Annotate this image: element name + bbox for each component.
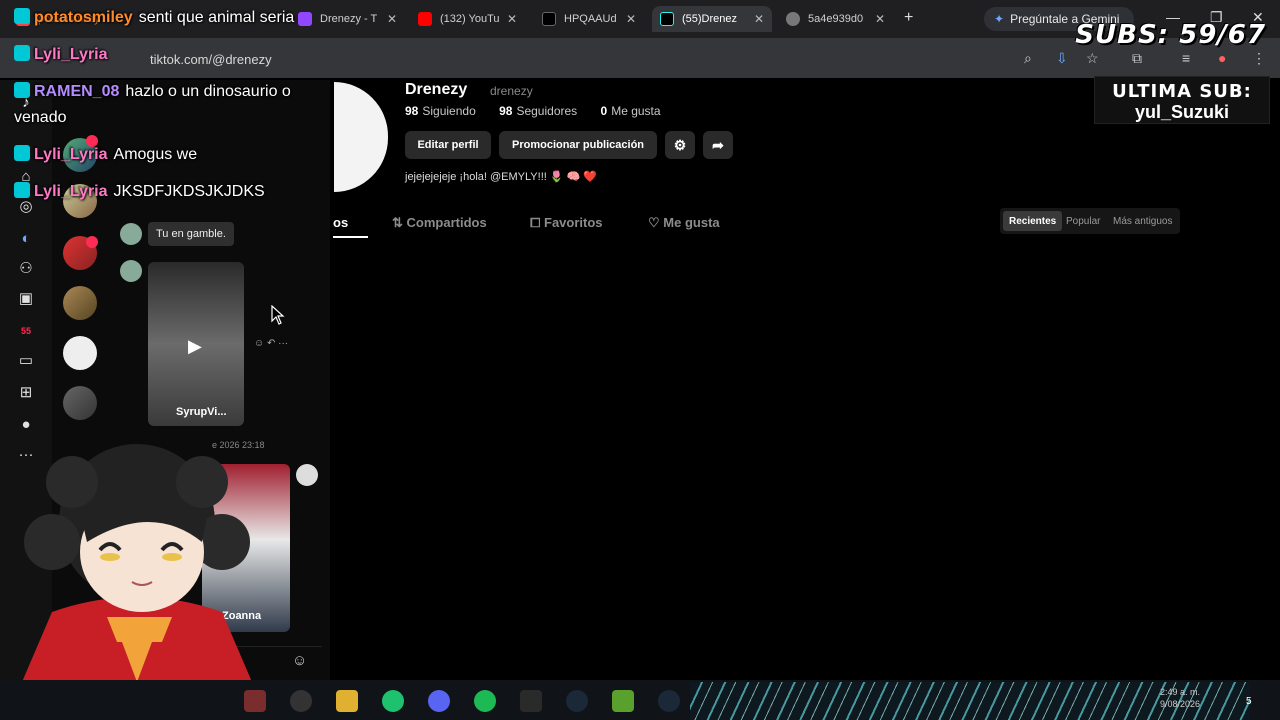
menu-icon[interactable]: ⋮ xyxy=(1252,50,1266,67)
promote-post-button[interactable]: Promocionar publicación xyxy=(499,131,657,159)
steam-icon[interactable] xyxy=(658,690,680,712)
subs-counter: SUBS: 59/67 xyxy=(1075,20,1266,50)
close-icon[interactable]: ✕ xyxy=(507,12,517,26)
settings-gear-icon[interactable]: ⚙ xyxy=(665,131,695,159)
tab-tiktok-drenezy[interactable]: (55)Drenez ✕ xyxy=(652,6,772,32)
close-icon[interactable]: ✕ xyxy=(754,12,764,26)
steam-icon[interactable] xyxy=(566,690,588,712)
activity-badge[interactable]: 55 xyxy=(17,322,35,340)
spotify-icon[interactable] xyxy=(474,690,496,712)
chat-badge-icon xyxy=(14,145,30,161)
media-control-icon[interactable]: ≡ xyxy=(1182,50,1190,66)
active-tab-underline xyxy=(333,236,368,238)
messages-icon[interactable]: ▭ xyxy=(17,352,35,370)
profile-name: Drenezy xyxy=(405,81,468,98)
zoom-icon[interactable]: ⌕ xyxy=(1024,50,1032,67)
tab-youtube[interactable]: (132) YouTu ✕ xyxy=(410,6,525,32)
chat-badge-icon xyxy=(14,82,30,98)
live-icon[interactable]: ▣ xyxy=(17,290,35,308)
app-icon[interactable] xyxy=(382,690,404,712)
tab-liked[interactable]: ♡ Me gusta xyxy=(648,215,720,231)
profile-icon[interactable]: ● xyxy=(17,416,35,434)
chat-message: Lyli_Lyria Amogus we xyxy=(14,145,197,164)
tab-5a4e939d0[interactable]: 5a4e939d0 ✕ xyxy=(778,6,893,32)
heart-outline-icon: ♡ xyxy=(648,215,664,230)
tab-x[interactable]: HPQAAUd ✕ xyxy=(534,6,644,32)
folder-icon[interactable] xyxy=(336,690,358,712)
close-icon[interactable]: ✕ xyxy=(387,12,397,26)
followers-stat[interactable]: 98 Seguidores xyxy=(499,104,587,118)
chat-badge-icon xyxy=(14,8,30,24)
chat-message: RAMEN_08 hazlo o un dinosaurio o xyxy=(14,82,291,101)
sender-avatar xyxy=(120,260,142,282)
emoji-icon[interactable]: ☺ xyxy=(292,652,307,669)
conversation-avatar[interactable] xyxy=(63,386,97,420)
friends-icon[interactable]: ⚇ xyxy=(17,260,35,278)
sort-toggle-group: Recientes Popular Más antiguos xyxy=(1000,208,1180,234)
chat-badge-icon xyxy=(14,182,30,198)
sort-popular-button[interactable]: Popular xyxy=(1060,211,1106,231)
install-app-icon[interactable]: ⇩ xyxy=(1056,50,1068,67)
x-logo-icon xyxy=(542,12,556,26)
conversation-avatar[interactable] xyxy=(63,336,97,370)
extensions-icon[interactable]: ⧉ xyxy=(1132,50,1142,67)
epic-games-icon[interactable] xyxy=(520,690,542,712)
tab-drenezy-twitch[interactable]: Drenezy - T ✕ xyxy=(290,6,405,32)
tab-videos[interactable]: os xyxy=(333,215,348,230)
minecraft-icon[interactable] xyxy=(612,690,634,712)
close-icon[interactable]: ✕ xyxy=(875,12,885,26)
chat-message-continuation: venado xyxy=(14,109,67,126)
new-tab-button[interactable]: + xyxy=(904,9,913,27)
sort-recent-button[interactable]: Recientes xyxy=(1003,211,1063,231)
sender-avatar xyxy=(120,223,142,245)
twitch-icon xyxy=(298,12,312,26)
chat-message: potatosmiley senti que animal seria xyxy=(14,8,294,27)
following-stat[interactable]: 98 Siguiendo xyxy=(405,104,486,118)
app-icon[interactable] xyxy=(244,690,266,712)
profile-bio: jejejejejeje ¡hola! @EMYLY!!! 🌷 🧠 ❤️ xyxy=(405,171,598,183)
shared-video-card[interactable]: ▶ SyrupVi... xyxy=(148,262,244,426)
play-icon: ▶ xyxy=(188,336,202,356)
profile-avatar-icon[interactable]: ● xyxy=(1218,50,1226,66)
sparkle-icon: ✦ xyxy=(994,12,1005,26)
url-field[interactable]: tiktok.com/@drenezy xyxy=(150,52,272,67)
profile-stats: 98 Siguiendo 98 Seguidores 0 Me gusta xyxy=(405,104,681,118)
chat-message: Lyli_Lyria xyxy=(14,45,114,64)
likes-stat: 0 Me gusta xyxy=(600,104,661,118)
tab-reposts[interactable]: ⇅ Compartidos xyxy=(392,215,487,231)
chat-badge-icon xyxy=(14,45,30,61)
repost-icon: ⇅ xyxy=(392,215,407,230)
share-icon[interactable]: ➦ xyxy=(703,131,733,159)
vtuber-avatar xyxy=(22,444,252,682)
notification-count[interactable]: 5 xyxy=(1246,696,1252,707)
close-icon[interactable]: ✕ xyxy=(626,12,636,26)
globe-icon xyxy=(786,12,800,26)
following-icon[interactable]: ◐ xyxy=(17,230,35,248)
unread-dot xyxy=(86,236,98,248)
upload-icon[interactable]: ⊞ xyxy=(17,384,35,402)
app-icon[interactable] xyxy=(290,690,312,712)
star-icon[interactable]: ☆ xyxy=(1086,50,1099,67)
reaction-avatar xyxy=(296,464,318,486)
bookmark-icon: ⧠ xyxy=(530,215,545,230)
mouse-cursor-icon xyxy=(271,305,285,325)
youtube-icon xyxy=(418,12,432,26)
system-clock[interactable]: 2:49 a. m. 9/08/2026 xyxy=(1160,686,1200,710)
tab-favorites[interactable]: ⧠ Favoritos xyxy=(530,215,603,231)
conversation-avatar[interactable] xyxy=(63,286,97,320)
profile-avatar[interactable] xyxy=(334,82,388,192)
discord-icon[interactable] xyxy=(428,690,450,712)
message-bubble: Tu en gamble. xyxy=(148,222,234,246)
edit-profile-button[interactable]: Editar perfil xyxy=(405,131,491,159)
last-sub-panel: ULTIMA SUB: yul_Suzuki xyxy=(1094,76,1270,124)
message-actions[interactable]: ☺ ↶ ··· xyxy=(254,338,288,349)
chat-message: Lyli_Lyria JKSDFJKDSJKJDKS xyxy=(14,182,265,201)
tiktok-icon xyxy=(660,12,674,26)
profile-handle: drenezy xyxy=(490,84,533,98)
sort-oldest-button[interactable]: Más antiguos xyxy=(1107,211,1178,231)
